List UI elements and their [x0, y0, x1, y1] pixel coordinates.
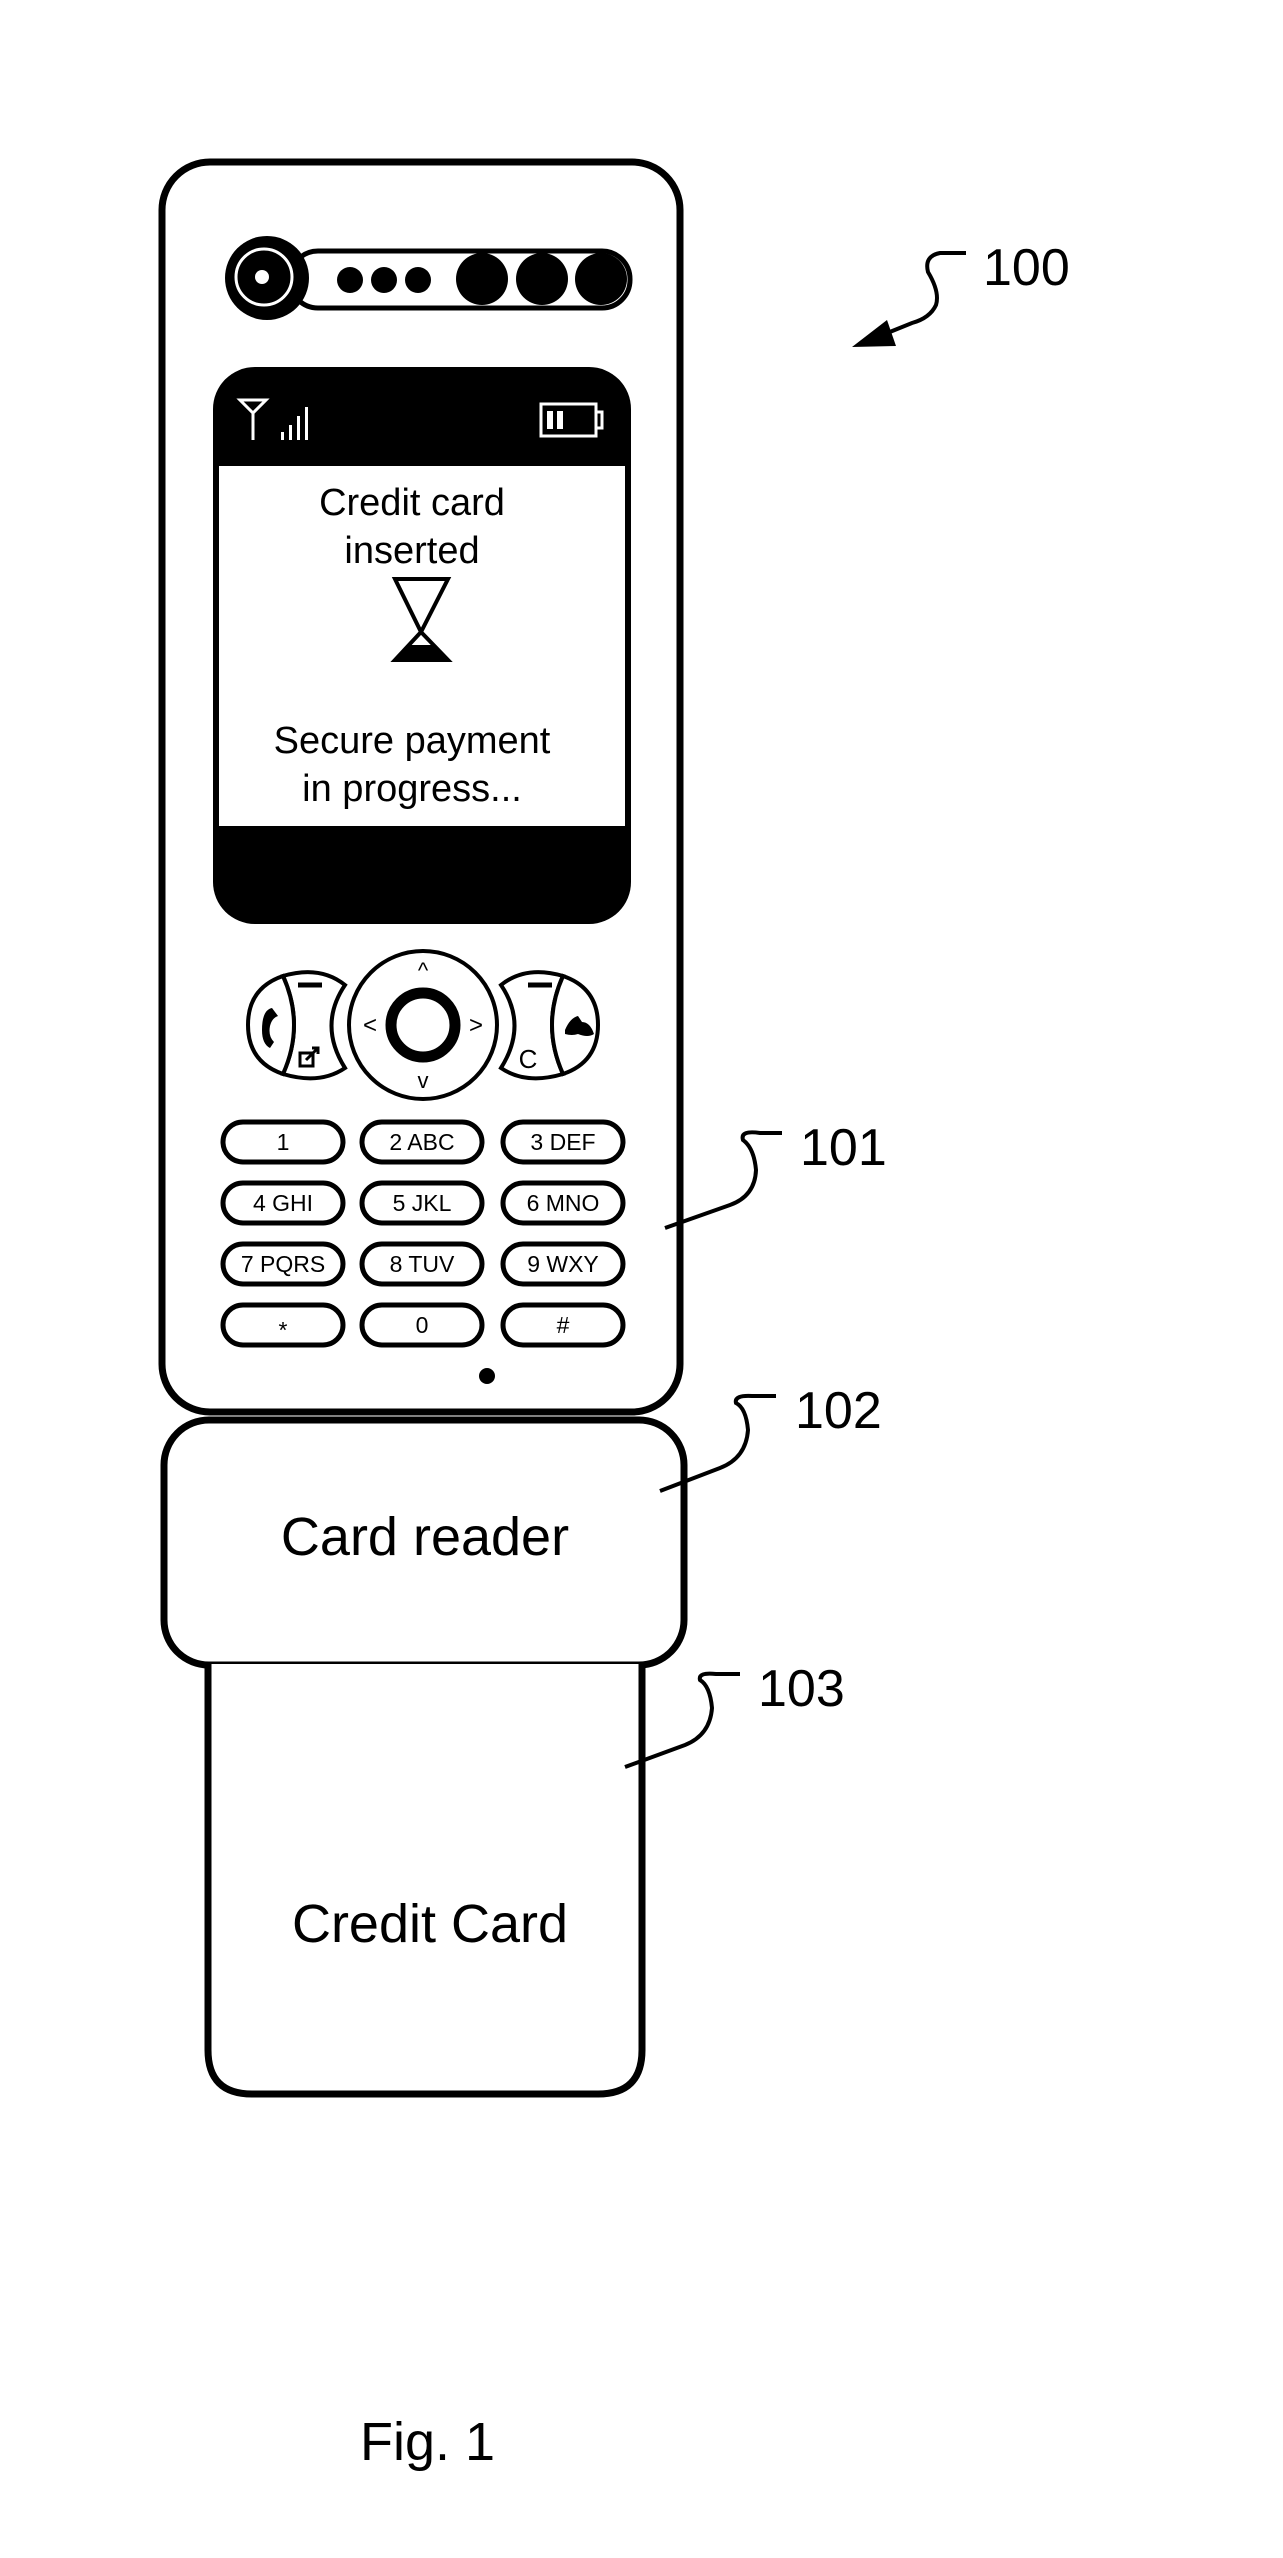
clear-key-label: C [519, 1044, 538, 1074]
ref-101: 101 [664, 1119, 887, 1230]
nav-pad: ^ v < > [347, 949, 499, 1101]
screen-message-line3: Secure payment [274, 720, 551, 762]
ref-label-101: 101 [800, 1119, 887, 1177]
keypad-key[interactable]: 2 ABC [359, 1119, 485, 1165]
earpiece-bar [225, 236, 633, 320]
credit-card-label: Credit Card [292, 1894, 568, 1954]
ref-label-100: 100 [983, 239, 1070, 297]
screen-message-line1: Credit card [319, 482, 505, 524]
ref-103: 103 [624, 1660, 845, 1769]
card-reader-label: Card reader [281, 1507, 569, 1567]
keypad-key-label: 9 WXY [527, 1251, 599, 1277]
indicator-dot-icon [405, 267, 431, 293]
screen-message-line4: in progress... [302, 768, 522, 810]
credit-card-body [204, 1664, 646, 2098]
phone-screen: Credit card inserted Secure payment in p… [213, 367, 631, 924]
nav-up-arrow[interactable]: ^ [418, 958, 429, 983]
keypad-key[interactable]: 9 WXY [500, 1241, 626, 1287]
keypad-key-label: 8 TUV [390, 1251, 455, 1277]
keypad-key-label: 0 [416, 1312, 429, 1338]
keypad-key-label: * [279, 1317, 288, 1343]
nav-down-arrow[interactable]: v [418, 1068, 429, 1093]
keypad-key[interactable]: 8 TUV [359, 1241, 485, 1287]
keypad-key[interactable]: 5 JKL [359, 1180, 485, 1226]
credit-card: Credit Card [204, 1664, 646, 2098]
speaker-hole-icon [456, 253, 508, 305]
patent-figure: Credit card inserted Secure payment in p… [158, 158, 1070, 2472]
keypad-key-label: 2 ABC [389, 1129, 454, 1155]
right-key-group: C [498, 970, 601, 1081]
keypad-key-label: 1 [277, 1129, 290, 1155]
ref-label-103: 103 [758, 1660, 845, 1718]
center-select-key[interactable] [385, 987, 461, 1063]
microphone-icon [479, 1368, 495, 1384]
keypad-key[interactable]: * [220, 1302, 346, 1348]
ref-102: 102 [659, 1382, 882, 1493]
indicator-dot-icon [337, 267, 363, 293]
keypad-key[interactable]: 0 [359, 1302, 485, 1348]
arrowhead-icon [852, 320, 896, 347]
phone: Credit card inserted Secure payment in p… [158, 158, 684, 1416]
nav-right-arrow[interactable]: > [469, 1012, 483, 1039]
speaker-hole-icon [575, 253, 627, 305]
keypad-key-label: # [557, 1312, 570, 1338]
camera-lens-center [255, 270, 269, 284]
indicator-dot-icon [371, 267, 397, 293]
keypad-key[interactable]: 4 GHI [220, 1180, 346, 1226]
nav-cluster: ^ v < > C [245, 949, 601, 1101]
card-reader: Card reader [160, 1416, 688, 1669]
ref-label-102: 102 [795, 1382, 882, 1440]
keypad-key[interactable]: 1 [220, 1119, 346, 1165]
keypad-key[interactable]: 6 MNO [500, 1180, 626, 1226]
keypad-key[interactable]: 7 PQRS [220, 1241, 346, 1287]
figure-caption: Fig. 1 [360, 2412, 495, 2472]
nav-left-arrow[interactable]: < [363, 1012, 377, 1039]
keypad-key-label: 6 MNO [527, 1190, 600, 1216]
left-key-group [245, 970, 348, 1081]
keypad-key-label: 5 JKL [393, 1190, 452, 1216]
keypad-key[interactable]: 3 DEF [500, 1119, 626, 1165]
keypad-key-label: 3 DEF [530, 1129, 595, 1155]
keypad-key-label: 7 PQRS [241, 1251, 325, 1277]
speaker-hole-icon [516, 253, 568, 305]
keypad-key[interactable]: # [500, 1302, 626, 1348]
ref-100: 100 [852, 239, 1070, 347]
keypad-key-label: 4 GHI [253, 1190, 313, 1216]
screen-message-line2: inserted [344, 530, 479, 572]
